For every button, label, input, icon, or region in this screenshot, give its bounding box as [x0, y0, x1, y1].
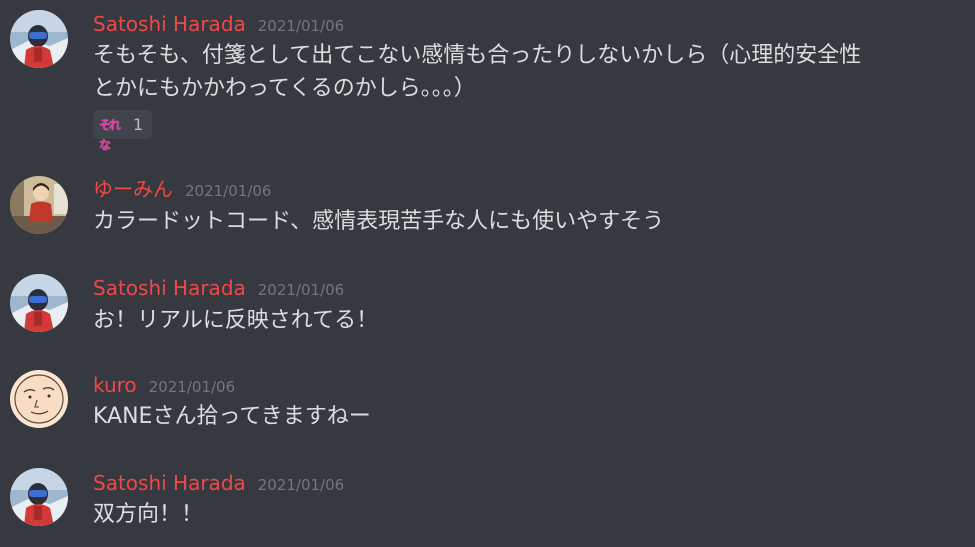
message-timestamp: 2021/01/06 [257, 476, 345, 494]
author-name[interactable]: Satoshi Harada [93, 471, 246, 495]
message-line: カラードットコード、感情表現苦手な人にも使いやすそう [93, 209, 665, 234]
message-timestamp: 2021/01/06 [148, 378, 236, 396]
message-content: 双方向！！ [93, 498, 953, 531]
message-timestamp: 2021/01/06 [185, 182, 272, 200]
message-content: KANEさん拾ってきますねー [93, 400, 953, 433]
ski-person-avatar[interactable] [10, 10, 68, 68]
chat-log: Satoshi Harada 2021/01/06 そもそも、付箋として出てこない… [0, 0, 975, 547]
message-content: カラードットコード、感情表現苦手な人にも使いやすそう [93, 205, 953, 238]
message-content: お！リアルに反映されてる！ [93, 304, 953, 337]
author-name[interactable]: kuro [93, 373, 137, 397]
message-line: 双方向！！ [93, 502, 204, 527]
reaction-count: 1 [133, 115, 144, 134]
message-line: お！リアルに反映されてる！ [93, 308, 379, 333]
author-name[interactable]: Satoshi Harada [93, 276, 246, 300]
reaction-button[interactable]: それな 1 [93, 110, 153, 152]
sorena-emoji: それな [99, 117, 121, 152]
message-line: KANEさん拾ってきますねー [93, 404, 371, 429]
message-timestamp: 2021/01/06 [257, 281, 345, 299]
author-name[interactable]: Satoshi Harada [93, 12, 246, 36]
drawn-face-avatar[interactable] [10, 370, 68, 428]
ski-person-avatar[interactable] [10, 468, 68, 526]
photo-person-avatar[interactable] [10, 176, 68, 234]
message-timestamp: 2021/01/06 [257, 17, 345, 35]
message-line: とかにもかかわってくるのかしら。。。） [93, 76, 476, 101]
message-line: そもそも、付箋として出てこない感情も合ったりしないかしら（心理的安全性 [93, 43, 862, 68]
ski-person-avatar[interactable] [10, 274, 68, 332]
author-name[interactable]: ゆーみん [93, 177, 173, 201]
message-content: そもそも、付箋として出てこない感情も合ったりしないかしら（心理的安全性 とかにも… [93, 39, 953, 105]
